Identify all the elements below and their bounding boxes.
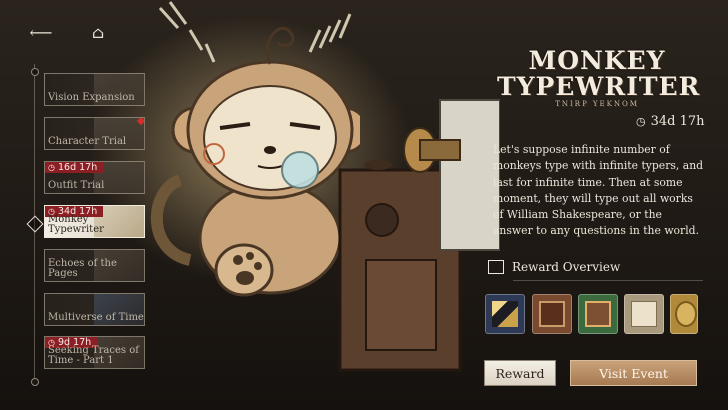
event-item-multiverse-of-time[interactable]: Multiverse of Time: [44, 293, 145, 326]
reward-item[interactable]: [485, 294, 525, 334]
book-icon: [539, 301, 565, 327]
home-icon: ⌂: [91, 22, 105, 42]
back-button[interactable]: ⟵: [26, 22, 56, 42]
divider: [513, 280, 703, 281]
event-item-vision-expansion[interactable]: Vision Expansion: [44, 73, 145, 106]
back-arrow-icon: ⟵: [29, 22, 53, 42]
event-item-label: Outfit Trial: [48, 180, 105, 191]
event-item-seeking-traces[interactable]: ◷ 9d 17h Seeking Traces of Time - Part 1: [44, 336, 145, 369]
countdown-text: 34d 17h: [650, 114, 705, 129]
event-timer-badge: ◷ 16d 17h: [45, 162, 104, 173]
visit-event-button[interactable]: Visit Event: [570, 360, 697, 386]
logo-title-line2: TYPEWRITER: [497, 72, 701, 101]
selected-indicator: [26, 215, 44, 233]
timer-text: 16d 17h: [57, 162, 98, 173]
tv-icon: [488, 260, 504, 274]
logo-title-line1: MONKEY: [528, 46, 666, 75]
event-item-outfit-trial[interactable]: ◷ 16d 17h Outfit Trial: [44, 161, 145, 194]
event-description: Let's suppose infinite number of monkeys…: [493, 143, 704, 238]
event-item-character-trial[interactable]: Character Trial: [44, 117, 145, 150]
event-countdown: ◷ 34d 17h: [636, 114, 705, 129]
typewriter-art: [338, 99, 500, 372]
event-item-label: Multiverse of Time: [48, 312, 144, 323]
reward-button[interactable]: Reward: [484, 360, 556, 386]
clock-icon: ◷: [636, 115, 646, 128]
event-item-label: Vision Expansion: [48, 92, 135, 103]
reward-overview-header: Reward Overview: [488, 260, 620, 274]
quill-pen-icon: [492, 301, 518, 327]
event-item-label: Seeking Traces of Time - Part 1: [48, 345, 139, 366]
event-item-monkey-typewriter[interactable]: ◷ 34d 17h Monkey Typewriter: [44, 205, 145, 238]
event-item-label: Monkey Typewriter: [48, 214, 104, 235]
event-logo: MONKEY TYPEWRITER TNIRP YEKNOM: [497, 42, 701, 112]
clock-icon: ◷: [48, 163, 55, 172]
event-screen: ⟵ ⌂ Vision Expansion Character Trial ◷ 16…: [0, 0, 728, 410]
monkey-character-art: [150, 26, 360, 297]
reward-item[interactable]: [624, 294, 664, 334]
event-item-label: Character Trial: [48, 136, 127, 147]
reward-overview-label: Reward Overview: [512, 260, 621, 274]
reward-item[interactable]: [670, 294, 698, 334]
event-item-echoes-of-the-pages[interactable]: Echoes of the Pages: [44, 249, 145, 282]
home-button[interactable]: ⌂: [88, 22, 108, 42]
event-item-label: Echoes of the Pages: [48, 258, 117, 279]
logo-subtitle: TNIRP YEKNOM: [555, 100, 639, 108]
rail-dot: [31, 68, 39, 76]
rail-dot: [31, 378, 39, 386]
chest-icon: [585, 301, 611, 327]
reward-item[interactable]: [532, 294, 572, 334]
reward-item[interactable]: [578, 294, 618, 334]
scroll-icon: [631, 301, 657, 327]
coin-icon: [675, 301, 697, 327]
